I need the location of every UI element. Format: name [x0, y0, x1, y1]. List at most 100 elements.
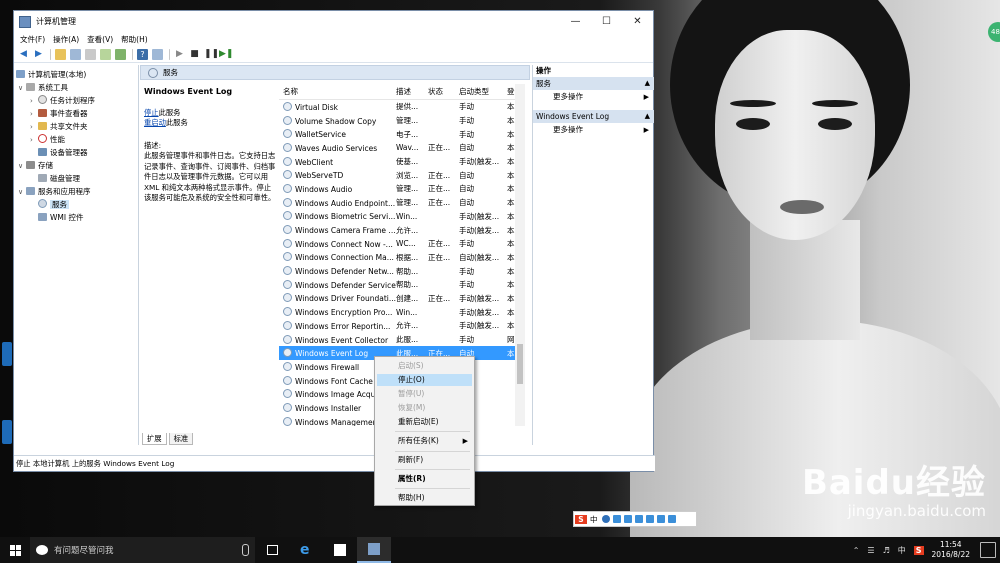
tree-device-manager[interactable]: 设备管理器 [30, 146, 88, 159]
export-icon[interactable] [115, 48, 126, 60]
collapse-up-icon[interactable]: ▲ [645, 110, 650, 123]
skin-icon[interactable] [656, 515, 665, 523]
sogou-logo-icon[interactable]: S [575, 514, 587, 524]
minimize-button[interactable]: — [560, 11, 591, 32]
more-actions-event-log[interactable]: 更多操作 ▶ [533, 123, 654, 137]
task-view-button[interactable] [255, 537, 289, 563]
menu-item-start[interactable]: 启动(S) [377, 360, 472, 372]
desktop-icon[interactable] [2, 342, 12, 366]
service-row[interactable]: Windows Connect Now -... WC... 正在... 手动本 [279, 237, 525, 251]
maximize-button[interactable]: ☐ [591, 11, 622, 32]
service-row[interactable]: Windows Connection Ma... 根据... 正在... 自动(触发.… [279, 251, 525, 265]
restart-service-icon[interactable]: ▶❚ [219, 49, 233, 60]
service-row[interactable]: Windows Defender Service 帮助... 手动本 [279, 278, 525, 292]
cortana-search-box[interactable]: 有问题尽管问我 [30, 537, 255, 563]
menu-item-all-tasks[interactable]: 所有任务(K) ▶ [377, 435, 472, 447]
stop-service-link[interactable]: 停止 [144, 108, 159, 117]
action-center-icon[interactable] [980, 542, 996, 558]
start-button[interactable] [0, 537, 30, 563]
menu-item-restart[interactable]: 重新启动(E) [377, 416, 472, 428]
network-icon[interactable]: ☰ [867, 546, 874, 555]
service-row[interactable]: Windows Defender Netw... 帮助... 手动本 [279, 264, 525, 278]
menu-item-help[interactable]: 帮助(H) [377, 492, 472, 504]
computer-management-taskbar-button[interactable] [357, 537, 391, 563]
service-row[interactable]: Windows Audio 管理... 正在... 自动本 [279, 182, 525, 196]
actions-section-services[interactable]: 服务 ▲ [533, 77, 654, 90]
emoji-icon[interactable] [623, 515, 632, 523]
tree-services[interactable]: 服务 [30, 198, 69, 211]
up-folder-icon[interactable] [55, 48, 66, 60]
scrollbar-thumb[interactable] [517, 344, 523, 384]
stop-service-icon[interactable]: ■ [189, 49, 200, 60]
title-bar[interactable]: 计算机管理 — ☐ ✕ [14, 11, 653, 32]
microphone-icon[interactable] [242, 544, 249, 556]
store-button[interactable] [323, 537, 357, 563]
collapse-icon[interactable]: ∨ [18, 82, 26, 95]
service-row[interactable]: Windows Biometric Servi... Win... 手动(触发...… [279, 210, 525, 224]
service-row[interactable]: Virtual Disk 提供... 手动本 [279, 100, 525, 114]
tree-task-scheduler[interactable]: › 任务计划程序 [30, 94, 95, 107]
tree-wmi[interactable]: WMI 控件 [30, 211, 83, 224]
menu-help[interactable]: 帮助(H) [121, 34, 148, 45]
help-icon[interactable]: ? [137, 48, 148, 60]
column-description[interactable]: 描述 [396, 86, 428, 97]
keyboard-icon[interactable] [634, 515, 643, 523]
input-indicator[interactable]: 中 [898, 545, 906, 556]
more-actions-services[interactable]: 更多操作 ▶ [533, 90, 654, 104]
service-row[interactable]: Windows Event Collector 此服... 手动网 [279, 333, 525, 347]
tree-storage[interactable]: ∨ 存储 [18, 159, 53, 172]
column-name[interactable]: 名称 [279, 86, 396, 97]
edge-button[interactable]: e [289, 537, 323, 563]
menu-item-refresh[interactable]: 刷新(F) [377, 454, 472, 466]
close-button[interactable]: ✕ [622, 11, 653, 32]
service-row[interactable]: Windows Audio Endpoint... 管理... 正在... 自动本 [279, 196, 525, 210]
column-startup-type[interactable]: 启动类型 [459, 86, 507, 97]
service-row[interactable]: Windows Error Reportin... 允许... 手动(触发... 本 [279, 319, 525, 333]
menu-item-properties[interactable]: 属性(R) [377, 473, 472, 485]
pause-service-icon[interactable]: ❚❚ [204, 49, 219, 60]
tab-standard[interactable]: 标准 [168, 433, 194, 445]
menu-view[interactable]: 查看(V) [87, 34, 113, 45]
service-row[interactable]: WalletService 电子... 手动本 [279, 127, 525, 141]
tree-disk-management[interactable]: 磁盘管理 [30, 172, 80, 185]
forward-icon[interactable]: ▶ [33, 49, 44, 60]
collapse-icon[interactable]: ∨ [18, 160, 26, 173]
tools-icon[interactable] [667, 515, 676, 523]
tree-root[interactable]: 计算机管理(本地) [16, 68, 86, 81]
menu-item-pause[interactable]: 暂停(U) [377, 388, 472, 400]
service-row[interactable]: Windows Driver Foundati... 创建... 正在... 手动(触… [279, 292, 525, 306]
volume-icon[interactable]: ♬ [883, 546, 890, 555]
menu-item-resume[interactable]: 恢复(M) [377, 402, 472, 414]
tree-event-viewer[interactable]: › 事件查看器 [30, 107, 88, 120]
service-row[interactable]: Waves Audio Services Wav... 正在... 自动本 [279, 141, 525, 155]
service-row[interactable]: WebClient 使基... 手动(触发... 本 [279, 155, 525, 169]
moon-icon[interactable] [601, 515, 610, 523]
restart-service-link[interactable]: 重启动 [144, 118, 166, 127]
service-row[interactable]: Windows Camera Frame ... 允许... 手动(触发... 本 [279, 223, 525, 237]
back-icon[interactable]: ◀ [18, 49, 29, 60]
tree-performance[interactable]: › 性能 [30, 133, 65, 146]
menu-file[interactable]: 文件(F) [20, 34, 45, 45]
actions-section-event-log[interactable]: Windows Event Log ▲ [533, 110, 654, 123]
sogou-tray-icon[interactable]: S [913, 545, 924, 555]
refresh-icon[interactable] [100, 48, 111, 60]
properties-icon[interactable] [85, 48, 96, 60]
punctuation-icon[interactable] [612, 515, 621, 523]
voice-icon[interactable] [645, 515, 654, 523]
menu-item-stop[interactable]: 停止(O) [377, 374, 472, 386]
service-row[interactable]: Windows Encryption Pro... Win... 手动(触发... 本 [279, 305, 525, 319]
service-row[interactable]: WebServeTD 浏览... 正在... 自动本 [279, 168, 525, 182]
tree-shared-folders[interactable]: › 共享文件夹 [30, 120, 88, 133]
collapse-up-icon[interactable]: ▲ [645, 77, 650, 90]
tree-system-tools[interactable]: ∨ 系统工具 [18, 81, 68, 94]
vertical-scrollbar[interactable] [515, 84, 525, 426]
column-status[interactable]: 状态 [428, 86, 459, 97]
start-service-icon[interactable]: ▶ [174, 49, 185, 60]
show-hidden-icons-icon[interactable]: ⌃ [853, 546, 860, 555]
service-row[interactable]: Volume Shadow Copy 管理... 手动本 [279, 114, 525, 128]
clock[interactable]: 11:54 2016/8/22 [932, 540, 970, 560]
menu-action[interactable]: 操作(A) [53, 34, 79, 45]
tab-extended[interactable]: 扩展 [142, 433, 167, 445]
desktop-icon[interactable] [2, 420, 12, 444]
ime-language[interactable]: 中 [590, 514, 598, 525]
